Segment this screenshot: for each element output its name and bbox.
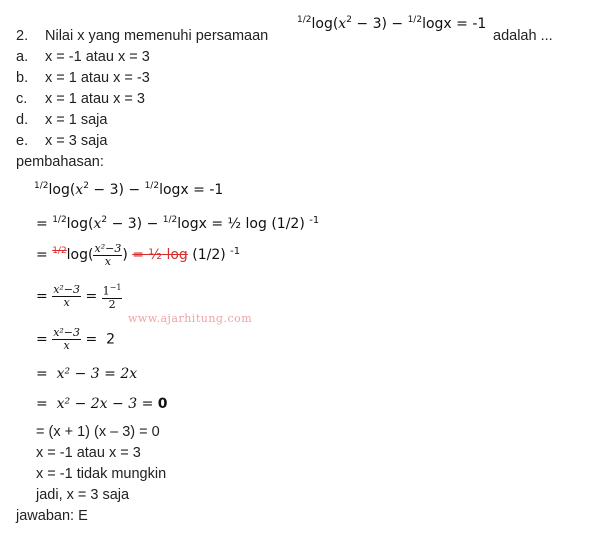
struck-base: 1/2 bbox=[52, 246, 67, 256]
fraction: x²−3 x bbox=[93, 241, 123, 268]
option-text-b: x = 1 atau x = -3 bbox=[45, 70, 150, 86]
step-8: = (x + 1) (x – 3) = 0 bbox=[36, 424, 160, 440]
log-word: log bbox=[311, 16, 333, 32]
step-11: jadi, x = 3 saja bbox=[36, 487, 130, 503]
step-4: = x²−3 x = 1−1 2 bbox=[36, 282, 123, 311]
step-10: x = -1 tidak mungkin bbox=[36, 466, 167, 482]
question-equation: 1/2log(x2 − 3) − 1/2logx = -1 bbox=[297, 15, 487, 32]
option-label-d: d. bbox=[16, 112, 29, 128]
question-text: Nilai x yang memenuhi persamaan bbox=[45, 28, 269, 44]
option-text-e: x = 3 saja bbox=[45, 133, 108, 149]
step-9: x = -1 atau x = 3 bbox=[36, 445, 141, 461]
option-text-c: x = 1 atau x = 3 bbox=[45, 91, 145, 107]
log-base: 1/2 bbox=[297, 15, 312, 25]
logx-term: logx = -1 bbox=[422, 16, 487, 32]
watermark: www.ajarhitung.com bbox=[128, 312, 253, 325]
struck-rhs: = ½ log bbox=[132, 247, 188, 263]
step-6: = x² − 3 = 2x bbox=[36, 366, 138, 382]
question-number: 2. bbox=[16, 28, 29, 44]
option-text-a: x = -1 atau x = 3 bbox=[45, 49, 150, 65]
option-label-e: e. bbox=[16, 133, 29, 149]
answer: jawaban: E bbox=[16, 508, 88, 524]
option-text-d: x = 1 saja bbox=[45, 112, 108, 128]
option-label-c: c. bbox=[16, 91, 28, 107]
solution-heading: pembahasan: bbox=[16, 154, 104, 170]
log-base-2: 1/2 bbox=[407, 15, 423, 25]
step-3: = 1/2log(x²−3 x) = ½ log (1/2) -1 bbox=[36, 241, 241, 268]
option-label-b: b. bbox=[16, 70, 29, 86]
question-suffix: adalah ... bbox=[493, 28, 553, 44]
minus-three: − 3) bbox=[351, 16, 387, 32]
minus-sign: − bbox=[386, 16, 408, 32]
step-2: = 1/2log(x2 − 3) − 1/2logx = ½ log (1/2)… bbox=[36, 215, 320, 232]
step-7: = x² − 2x − 3 = 0 bbox=[36, 396, 168, 412]
step-1: 1/2log(x2 − 3) − 1/2logx = -1 bbox=[34, 181, 224, 198]
step-5: = x²−3 x = 2 bbox=[36, 326, 116, 352]
option-label-a: a. bbox=[16, 49, 29, 65]
